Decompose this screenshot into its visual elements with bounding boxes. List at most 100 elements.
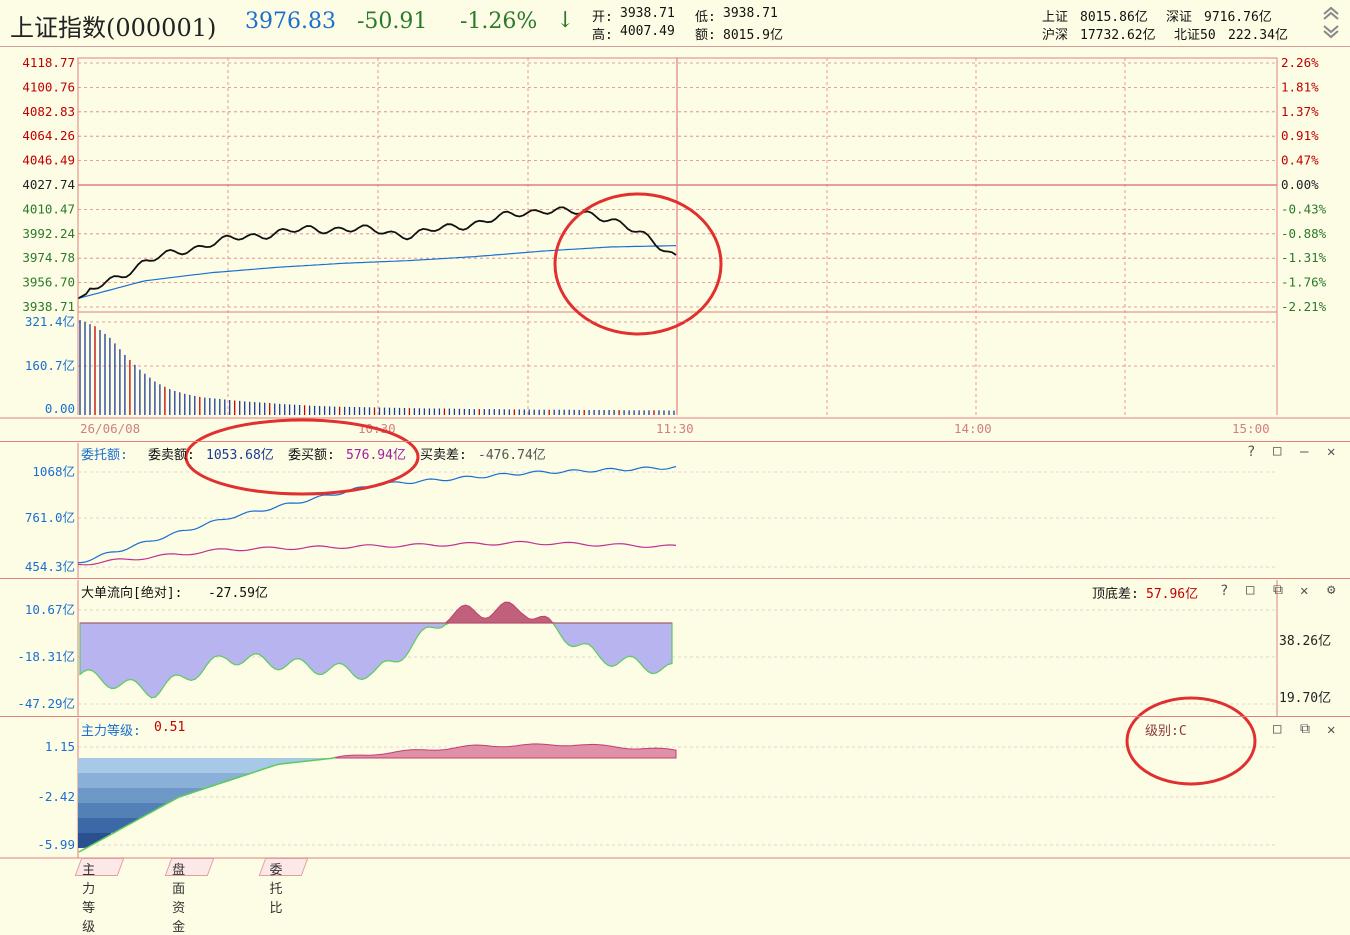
price-tick: 4027.74 bbox=[22, 177, 75, 192]
restore-icon[interactable]: ⧉ bbox=[1273, 582, 1283, 598]
bigorder-tick: -47.29亿 bbox=[17, 696, 75, 711]
pct-tick: 0.91% bbox=[1281, 128, 1319, 143]
hs-value: 17732.62亿 bbox=[1080, 28, 1156, 43]
mainforce-tick: -2.42 bbox=[37, 789, 75, 804]
sz-value: 9716.76亿 bbox=[1204, 10, 1272, 25]
order-diff-label: 买卖差: bbox=[420, 448, 467, 463]
mainforce-positive-area bbox=[334, 743, 677, 759]
bz-label: 北证50 bbox=[1174, 28, 1216, 43]
buy-order-line bbox=[77, 540, 677, 566]
price-tick: 3956.70 bbox=[22, 275, 75, 290]
level-label: 级别:C bbox=[1145, 724, 1187, 739]
order-panel-grid: 1068亿 761.0亿 454.3亿 bbox=[25, 443, 1277, 578]
order-panel-title: 委托额: bbox=[81, 448, 128, 463]
tab-order-ratio[interactable]: 委托比 bbox=[258, 858, 309, 916]
bz-value: 222.34亿 bbox=[1228, 28, 1288, 43]
sh-label: 上证 bbox=[1042, 10, 1069, 25]
chart-canvas: 4118.77 4100.76 4082.83 4064.26 4046.49 4027.… bbox=[0, 55, 1350, 859]
amount-value: 8015.9亿 bbox=[723, 28, 783, 43]
settings-icon[interactable]: ⚙ bbox=[1327, 582, 1335, 598]
time-label: 14:00 bbox=[954, 421, 992, 436]
close-icon[interactable]: ✕ bbox=[1327, 444, 1335, 460]
volume-tick: 321.4亿 bbox=[25, 314, 75, 329]
open-label: 开: bbox=[592, 10, 613, 25]
topbottom-diff-value: 57.96亿 bbox=[1146, 587, 1199, 602]
bigorder-right-tick: 38.26亿 bbox=[1279, 634, 1332, 649]
volume-bars bbox=[79, 320, 675, 415]
maximize-icon[interactable]: □ bbox=[1273, 721, 1281, 737]
minimize-icon[interactable]: — bbox=[1300, 444, 1308, 460]
price-tick: 4118.77 bbox=[22, 55, 75, 70]
pct-tick: 2.26% bbox=[1281, 55, 1319, 70]
mainforce-band bbox=[78, 833, 112, 848]
bigorder-panel-divider bbox=[0, 578, 1350, 579]
maximize-icon[interactable]: □ bbox=[1273, 443, 1281, 459]
high-label: 高: bbox=[592, 28, 613, 43]
time-axis: 26/06/08 10:30 11:30 14:00 15:00 bbox=[0, 417, 1350, 436]
bigorder-positive-area bbox=[80, 601, 672, 624]
price-tick: 3938.71 bbox=[22, 299, 75, 314]
quote-header: 上证指数(000001) 3976.83 -50.91 -1.26% ↓ 开: … bbox=[0, 0, 1350, 47]
pct-axis: 2.26% 1.81% 1.37% 0.91% 0.47% 0.00% -0.43% -0.8… bbox=[1281, 55, 1327, 314]
bigorder-right-tick: 19.70亿 bbox=[1279, 691, 1332, 706]
bigorder-tick: -18.31亿 bbox=[17, 649, 75, 664]
price-tick: 3974.78 bbox=[22, 250, 75, 265]
low-label: 低: bbox=[695, 10, 716, 25]
volume-tick: 0.00 bbox=[45, 401, 75, 416]
pct-tick: -0.88% bbox=[1281, 226, 1327, 241]
pct-tick: -1.76% bbox=[1281, 275, 1327, 290]
pct-tick: 1.37% bbox=[1281, 104, 1319, 119]
topbottom-diff-label: 顶底差: bbox=[1092, 587, 1139, 602]
sell-order-value: 1053.68亿 bbox=[206, 448, 274, 463]
help-icon[interactable]: ? bbox=[1220, 583, 1228, 599]
order-tick: 454.3亿 bbox=[25, 559, 75, 574]
down-arrow-icon: ↓ bbox=[556, 8, 575, 33]
current-price: 3976.83 bbox=[245, 9, 336, 34]
order-diff-value: -476.74亿 bbox=[478, 448, 546, 463]
restore-icon[interactable]: ⧉ bbox=[1300, 721, 1310, 737]
collapse-expand-icon[interactable] bbox=[1322, 4, 1340, 40]
maximize-icon[interactable]: □ bbox=[1246, 582, 1254, 598]
mainforce-band bbox=[78, 758, 332, 773]
order-tick: 761.0亿 bbox=[25, 510, 75, 525]
price-line bbox=[77, 206, 677, 300]
close-icon[interactable]: ✕ bbox=[1300, 583, 1308, 599]
pct-tick: -2.21% bbox=[1281, 299, 1327, 314]
pct-tick: 0.47% bbox=[1281, 153, 1319, 168]
price-tick: 4064.26 bbox=[22, 128, 75, 143]
help-icon[interactable]: ? bbox=[1247, 444, 1255, 460]
amount-label: 额: bbox=[695, 28, 716, 43]
order-tick: 1068亿 bbox=[32, 464, 75, 479]
mainforce-value: 0.51 bbox=[154, 720, 186, 735]
close-icon[interactable]: ✕ bbox=[1327, 722, 1335, 738]
tab-mainforce[interactable]: 主力等级 bbox=[74, 858, 125, 935]
mainforce-panel-title: 主力等级: bbox=[81, 724, 141, 739]
high-value: 4007.49 bbox=[620, 24, 675, 39]
sell-order-line bbox=[77, 465, 677, 564]
annotation-circle-level bbox=[1125, 696, 1257, 786]
order-panel-divider bbox=[0, 441, 1350, 442]
mainforce-tick: -5.99 bbox=[37, 837, 75, 852]
tab-market-funds[interactable]: 盘面资金 bbox=[164, 858, 215, 935]
mainforce-bands bbox=[78, 758, 332, 848]
mainforce-tick: 1.15 bbox=[45, 739, 75, 754]
mainforce-band bbox=[78, 773, 252, 788]
buy-order-label: 委买额: bbox=[288, 448, 335, 463]
index-title: 上证指数(000001) bbox=[10, 14, 217, 42]
mainforce-band bbox=[78, 818, 140, 833]
sh-value: 8015.86亿 bbox=[1080, 10, 1148, 25]
buy-order-value: 576.94亿 bbox=[346, 448, 406, 463]
bigorder-negative-area bbox=[79, 622, 673, 699]
bigorder-value: -27.59亿 bbox=[208, 586, 268, 601]
price-tick: 4100.76 bbox=[22, 79, 75, 94]
bigorder-tick: 10.67亿 bbox=[25, 602, 75, 617]
low-value: 3938.71 bbox=[723, 6, 778, 21]
price-tick: 4010.47 bbox=[22, 201, 75, 216]
pct-tick: 0.00% bbox=[1281, 177, 1319, 192]
pct-tick: 1.81% bbox=[1281, 79, 1319, 94]
time-label: 11:30 bbox=[656, 421, 694, 436]
mainforce-panel-divider bbox=[0, 716, 1350, 717]
pct-tick: -1.31% bbox=[1281, 250, 1327, 265]
volume-tick: 160.7亿 bbox=[25, 358, 75, 373]
pct-tick: -0.43% bbox=[1281, 201, 1327, 216]
